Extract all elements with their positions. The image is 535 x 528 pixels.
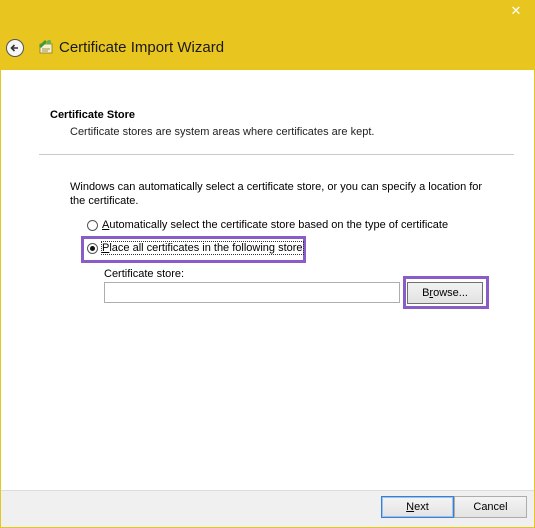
back-arrow-icon — [10, 44, 18, 52]
page-description: Certificate stores are system areas wher… — [70, 126, 375, 138]
radio-auto-select-store[interactable]: Automatically select the certificate sto… — [87, 219, 448, 231]
close-icon: ✕ — [510, 3, 522, 18]
intro-text: Windows can automatically select a certi… — [70, 181, 483, 207]
wizard-footer: Next Cancel — [1, 490, 534, 527]
radio-place-in-store[interactable]: Place all certificates in the following … — [87, 241, 304, 255]
page-title: Certificate Store — [50, 109, 135, 121]
radio-button-manual[interactable] — [87, 242, 98, 254]
browse-button[interactable]: Br owse... — [407, 282, 483, 304]
wizard-page: Certificate Store Certificate stores are… — [1, 70, 534, 490]
cancel-button[interactable]: Cancel — [454, 496, 527, 518]
separator — [39, 154, 514, 155]
radio-button-auto[interactable] — [87, 219, 98, 231]
close-button[interactable]: ✕ — [505, 1, 527, 21]
certificate-store-label: Certificate store: — [104, 268, 185, 280]
window-title: Certificate Import Wizard — [59, 39, 225, 56]
certificate-import-wizard-window: ✕ Certificate Import Wizard Certificate … — [0, 0, 535, 528]
back-button[interactable] — [6, 39, 24, 57]
radio-manual-label: Place all certificates in the following … — [101, 241, 304, 255]
certificate-store-field[interactable] — [104, 282, 400, 303]
title-bar: ✕ Certificate Import Wizard — [0, 0, 535, 70]
radio-auto-label: Automatically select the certificate sto… — [102, 219, 449, 231]
certificate-icon — [39, 40, 53, 54]
next-button[interactable]: Next — [381, 496, 454, 518]
